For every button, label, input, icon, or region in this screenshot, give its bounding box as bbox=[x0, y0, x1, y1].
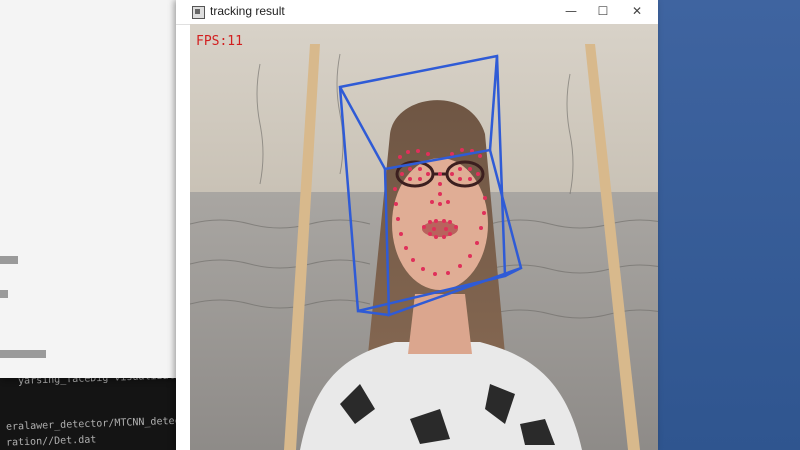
tracking-result-window[interactable]: tracking result — ☐ ✕ FPS:11 bbox=[176, 0, 658, 450]
minimize-button[interactable]: — bbox=[556, 0, 586, 24]
background-window[interactable] bbox=[0, 0, 186, 378]
title-bar[interactable]: tracking result — ☐ ✕ bbox=[176, 0, 658, 25]
maximize-button[interactable]: ☐ bbox=[588, 0, 618, 24]
scroll-marker bbox=[0, 350, 46, 358]
scroll-marker bbox=[0, 256, 18, 264]
video-viewport: FPS:11 bbox=[190, 24, 658, 450]
neck bbox=[408, 294, 472, 354]
camera-frame bbox=[190, 24, 658, 450]
fps-counter: FPS:11 bbox=[196, 34, 243, 49]
desktop-background bbox=[640, 0, 800, 450]
close-button[interactable]: ✕ bbox=[622, 0, 652, 24]
window-app-icon bbox=[192, 6, 205, 19]
scroll-marker bbox=[0, 290, 8, 298]
mouth bbox=[422, 221, 458, 237]
window-title: tracking result bbox=[210, 4, 285, 18]
terminal-line: ration//Det.dat bbox=[5, 434, 97, 449]
